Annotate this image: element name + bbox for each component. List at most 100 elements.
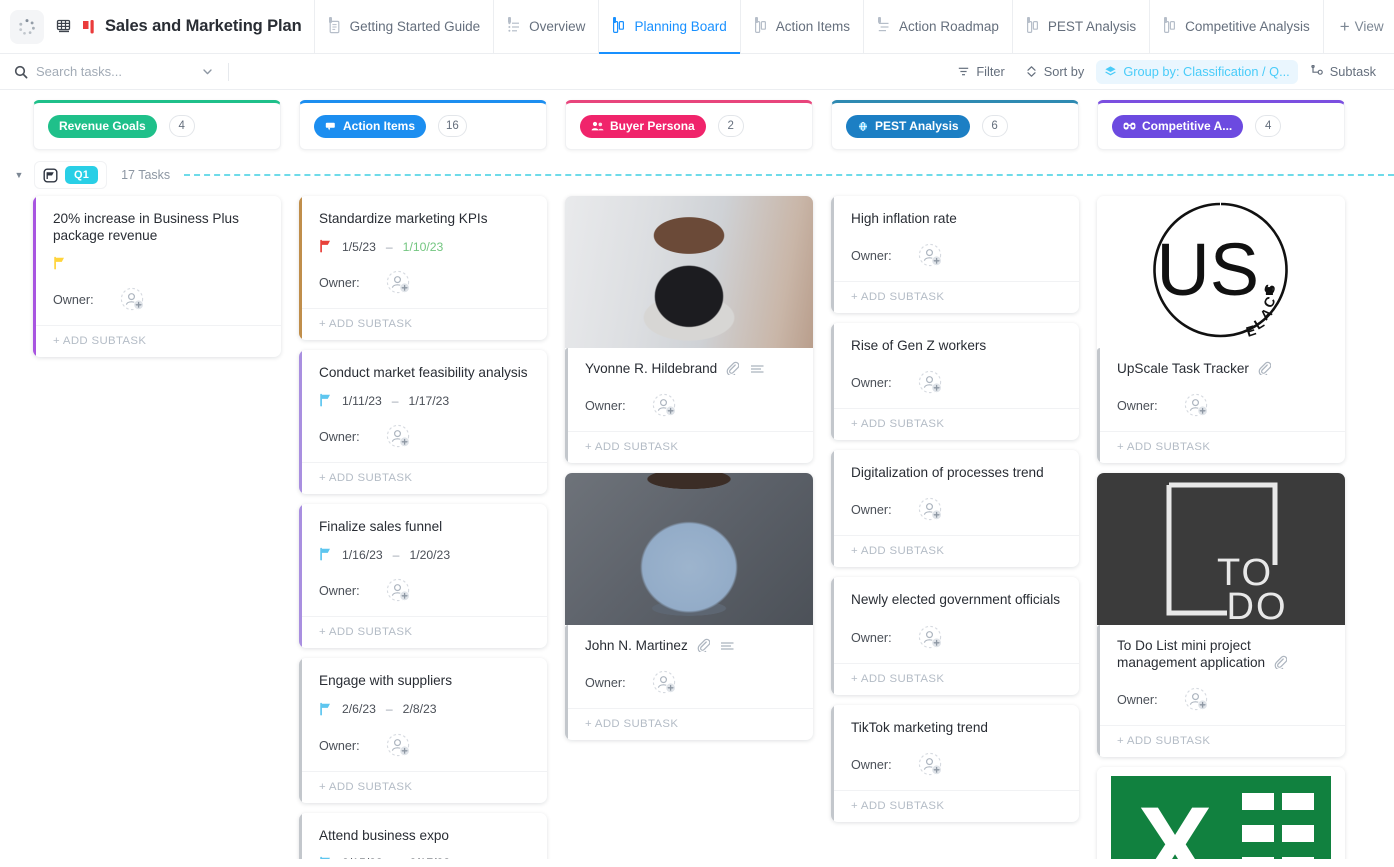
add-subtask-button[interactable]: + ADD SUBTASK [299,770,547,803]
column-header-buyer-persona[interactable]: Buyer Persona 2 [565,100,813,150]
task-card[interactable]: Newly elected government officials Owner… [831,577,1079,695]
caret-down-icon[interactable]: ▼ [10,170,28,180]
description-icon[interactable] [750,364,765,374]
card-date-end[interactable]: 1/17/23 [409,394,450,408]
space-title-group[interactable]: Sales and Marketing Plan [54,0,314,53]
add-owner-avatar-button[interactable] [386,578,412,604]
add-subtask-button[interactable]: + ADD SUBTASK [831,535,1079,567]
blue-flag-icon[interactable] [319,547,333,562]
attachment-clip-icon[interactable] [696,638,710,653]
add-owner-avatar-button[interactable] [918,243,944,269]
task-card[interactable]: TikTok marketing trend Owner: + ADD SUBT… [831,704,1079,822]
column-header-pest-analysis[interactable]: PEST Analysis 6 [831,100,1079,150]
add-owner-avatar-button[interactable] [918,370,944,396]
description-icon[interactable] [720,641,735,651]
search-box[interactable] [14,60,214,84]
yellow-flag-icon[interactable] [53,256,67,271]
add-owner-avatar-button[interactable] [120,287,146,313]
subtask-button[interactable]: Subtask [1302,60,1384,84]
task-card[interactable]: Rise of Gen Z workers Owner: + ADD SUBTA… [831,323,1079,441]
card-date-end[interactable]: 1/20/23 [409,548,450,562]
column-header-competitive-analysis[interactable]: Competitive A... 4 [1097,100,1345,150]
tab-overview[interactable]: Overview [493,0,598,54]
add-subtask-button[interactable]: + ADD SUBTASK [1097,431,1345,463]
card-date-end[interactable]: 2/17/23 [409,856,450,859]
add-subtask-button[interactable]: + ADD SUBTASK [831,662,1079,695]
add-owner-avatar-button[interactable] [918,625,944,651]
search-input[interactable] [36,64,156,79]
status-badge[interactable]: PEST Analysis [846,114,970,138]
task-card[interactable]: US. S C A L E UpScale Task Tracker Owner… [1097,196,1345,464]
tab-getting-started-guide[interactable]: Getting Started Guide [313,0,494,54]
column-header-revenue-goals[interactable]: Revenue Goals 4 [33,100,281,150]
red-flag-icon[interactable] [319,239,333,254]
add-owner-avatar-button[interactable] [652,393,678,419]
task-card[interactable]: 20% increase in Business Plus package re… [33,196,281,358]
task-card[interactable]: Digitalization of processes trend Owner: [831,450,1079,568]
blue-flag-icon[interactable] [319,393,333,408]
card-date-start[interactable]: 1/5/23 [342,240,376,254]
tab-action-roadmap[interactable]: Action Roadmap [863,0,1012,54]
card-date-start[interactable]: 2/6/23 [342,702,376,716]
card-accent-bar [299,196,302,341]
tab-action-items[interactable]: Action Items [739,0,863,54]
add-subtask-button[interactable]: + ADD SUBTASK [33,325,281,357]
filter-button[interactable]: Filter [949,60,1012,84]
add-subtask-button[interactable]: + ADD SUBTASK [565,708,813,740]
tab-planning-board[interactable]: Planning Board [598,0,741,54]
attachment-clip-icon[interactable] [725,361,740,375]
task-card[interactable]: Standardize marketing KPIs 1/5/23 – 1/10… [299,196,547,341]
card-owner-row: Owner: [1117,393,1331,419]
status-badge[interactable]: Buyer Persona [580,114,706,138]
column-header-action-items[interactable]: Action Items 16 [299,100,547,150]
add-owner-avatar-button[interactable] [386,270,412,296]
tab-pest-analysis[interactable]: PEST Analysis [1011,0,1149,54]
task-card[interactable]: John N. Martinez Owner: + ADD SUBTASK [565,473,813,741]
card-date-start[interactable]: 1/16/23 [342,548,383,562]
status-badge[interactable]: Competitive A... [1112,114,1244,138]
add-subtask-button[interactable]: + ADD SUBTASK [299,308,547,340]
group-by-button[interactable]: Group by: Classification / Q... [1096,59,1298,84]
task-card[interactable]: High inflation rate Owner: + ADD SUBTASK [831,196,1079,314]
app-switcher-button[interactable] [10,9,44,44]
task-card[interactable]: Conduct market feasibility analysis 1/11… [299,350,547,495]
task-card[interactable]: Engage with suppliers 2/6/23 – 2/8/23 Ow… [299,658,547,803]
add-owner-avatar-button[interactable] [918,497,944,523]
card-date-start[interactable]: 2/15/23 [342,856,383,859]
add-subtask-button[interactable]: + ADD SUBTASK [831,408,1079,440]
add-subtask-button[interactable]: + ADD SUBTASK [299,462,547,494]
add-owner-avatar-button[interactable] [1184,687,1210,713]
task-card[interactable]: TO DO To Do List mini project management… [1097,473,1345,758]
add-view-button[interactable]: + View [1322,0,1394,54]
add-subtask-button[interactable]: + ADD SUBTASK [831,281,1079,313]
add-owner-avatar-button[interactable] [652,670,678,696]
card-date-start[interactable]: 1/11/23 [342,394,382,408]
task-card[interactable]: Attend business expo 2/15/23 – 2/17/23 O… [299,812,547,859]
card-date-end[interactable]: 1/10/23 [403,240,444,254]
status-badge[interactable]: Action Items [314,114,427,138]
add-subtask-button[interactable]: + ADD SUBTASK [565,431,813,463]
add-subtask-button[interactable]: + ADD SUBTASK [1097,725,1345,757]
group-chip[interactable]: Q1 [34,161,108,189]
add-subtask-button[interactable]: + ADD SUBTASK [299,616,547,648]
blue-flag-icon[interactable] [319,702,333,717]
sort-button[interactable]: Sort by [1017,60,1093,84]
chevron-down-icon[interactable] [201,65,214,78]
add-owner-avatar-button[interactable] [918,752,944,778]
attachment-clip-icon[interactable] [1257,361,1271,375]
add-owner-avatar-button[interactable] [1184,393,1210,419]
blue-flag-icon[interactable] [319,856,333,859]
card-date-end[interactable]: 2/8/23 [403,702,437,716]
task-card[interactable]: Finalize sales funnel 1/16/23 – 1/20/23 … [299,504,547,649]
task-card[interactable]: Yvonne R. Hildebrand Owner: + ADD SUBTAS… [565,196,813,464]
add-owner-avatar-button[interactable] [386,424,412,450]
tab-competitive-analysis[interactable]: Competitive Analysis [1149,0,1323,54]
add-owner-avatar-button[interactable] [386,733,412,759]
status-badge[interactable]: Revenue Goals [48,114,157,138]
add-subtask-button[interactable]: + ADD SUBTASK [831,789,1079,822]
status-label: Buyer Persona [610,119,695,133]
card-title: John N. Martinez [585,637,799,654]
filter-label: Filter [976,64,1005,79]
task-card[interactable]: X [1097,767,1345,859]
attachment-clip-icon[interactable] [1273,655,1287,670]
